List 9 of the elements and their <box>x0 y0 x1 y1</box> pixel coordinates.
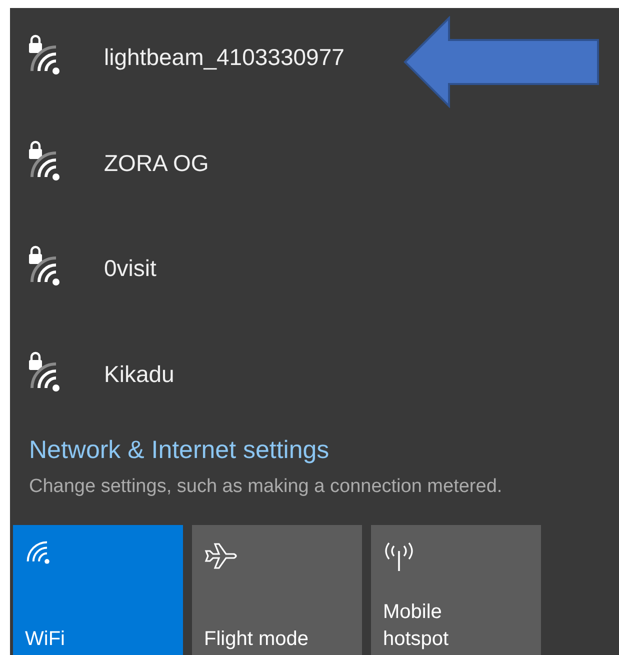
quick-action-tile[interactable]: Flight mode <box>192 525 362 655</box>
quick-action-tile[interactable]: WiFi <box>13 525 183 655</box>
network-name[interactable]: lightbeam_4103330977 <box>104 42 344 72</box>
quick-action-tile[interactable]: Mobile hotspot <box>371 525 541 655</box>
settings-link[interactable]: Network & Internet settings <box>29 434 330 466</box>
network-name[interactable]: 0visit <box>104 253 156 283</box>
network-name[interactable]: ZORA OG <box>104 148 209 178</box>
settings-hint: Change settings, such as making a connection metered. <box>29 475 502 499</box>
network-name[interactable]: Kikadu <box>104 358 174 388</box>
